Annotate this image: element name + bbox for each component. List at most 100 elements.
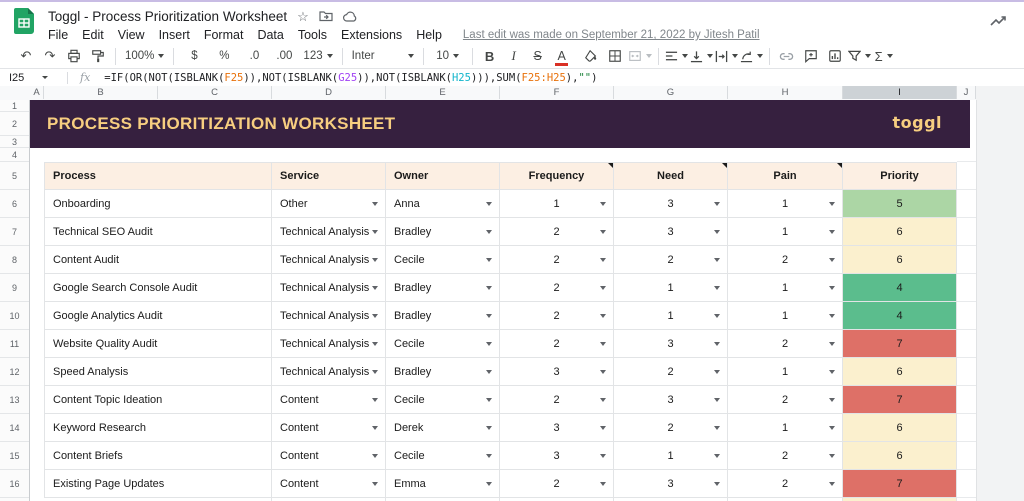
menu-tools[interactable]: Tools — [291, 28, 334, 42]
table-cell-process-row6[interactable]: Onboarding — [44, 190, 272, 218]
table-cell-service-row10[interactable]: Technical Analysis — [272, 302, 386, 330]
row-header-7[interactable]: 7 — [0, 218, 29, 246]
cell-dropdown-arrow[interactable] — [372, 258, 378, 262]
table-cell-pain-row7[interactable]: 1 — [728, 218, 843, 246]
insert-comment-button[interactable] — [800, 45, 822, 67]
cell-dropdown-arrow[interactable] — [486, 314, 492, 318]
cell-dropdown-arrow[interactable] — [486, 286, 492, 290]
table-cell-pain-row6[interactable]: 1 — [728, 190, 843, 218]
borders-button[interactable] — [604, 45, 626, 67]
italic-button[interactable]: I — [503, 45, 525, 67]
cell-dropdown-arrow[interactable] — [600, 258, 606, 262]
cell-dropdown-arrow[interactable] — [829, 370, 835, 374]
table-cell-frequency-row16[interactable]: 2 — [500, 470, 614, 498]
format-currency-button[interactable]: $ — [180, 45, 208, 67]
print-button[interactable] — [63, 45, 85, 67]
table-cell-owner-row15[interactable]: Cecile — [386, 442, 500, 470]
cell-dropdown-arrow[interactable] — [372, 286, 378, 290]
cell-dropdown-arrow[interactable] — [714, 454, 720, 458]
cell-dropdown-arrow[interactable] — [714, 482, 720, 486]
table-cell-process-row13[interactable]: Content Topic Ideation — [44, 386, 272, 414]
table-cell-frequency-row13[interactable]: 2 — [500, 386, 614, 414]
column-header-B[interactable]: B — [44, 86, 158, 99]
table-cell-pain-row10[interactable]: 1 — [728, 302, 843, 330]
table-cell-frequency-row9[interactable]: 2 — [500, 274, 614, 302]
table-cell-process-row16[interactable]: Existing Page Updates — [44, 470, 272, 498]
functions-button[interactable]: Σ — [873, 45, 895, 67]
table-header-priority[interactable]: Priority — [843, 162, 957, 190]
table-cell-priority-row13[interactable]: 7 — [843, 386, 957, 414]
table-cell-need-row13[interactable]: 3 — [614, 386, 728, 414]
insert-link-button[interactable] — [776, 45, 798, 67]
menu-edit[interactable]: Edit — [75, 28, 111, 42]
cell-dropdown-arrow[interactable] — [829, 482, 835, 486]
row-header-4[interactable]: 4 — [0, 148, 29, 162]
table-cell-process-row9[interactable]: Google Search Console Audit — [44, 274, 272, 302]
cell-dropdown-arrow[interactable] — [372, 314, 378, 318]
star-icon[interactable]: ☆ — [297, 10, 309, 23]
row-header-11[interactable]: 11 — [0, 330, 29, 358]
cell-dropdown-arrow[interactable] — [372, 398, 378, 402]
format-percent-button[interactable]: % — [210, 45, 238, 67]
table-cell-priority-row16[interactable]: 7 — [843, 470, 957, 498]
row-header-2[interactable]: 2 — [0, 112, 29, 136]
table-cell-pain-row15[interactable]: 2 — [728, 442, 843, 470]
row-header-12[interactable]: 12 — [0, 358, 29, 386]
table-cell-need-row16[interactable]: 3 — [614, 470, 728, 498]
cell-dropdown-arrow[interactable] — [600, 202, 606, 206]
create-filter-button[interactable] — [848, 45, 871, 67]
increase-decimal-button[interactable]: .00 — [270, 45, 298, 67]
table-cell-need-row10[interactable]: 1 — [614, 302, 728, 330]
cell-dropdown-arrow[interactable] — [486, 426, 492, 430]
cell-dropdown-arrow[interactable] — [600, 398, 606, 402]
sheets-logo-icon[interactable] — [14, 8, 34, 34]
table-cell-priority-row11[interactable]: 7 — [843, 330, 957, 358]
paint-format-button[interactable] — [87, 45, 109, 67]
table-cell-priority-row8[interactable]: 6 — [843, 246, 957, 274]
menu-extensions[interactable]: Extensions — [334, 28, 409, 42]
table-cell-owner-row6[interactable]: Anna — [386, 190, 500, 218]
font-size-select[interactable]: 10 — [430, 45, 466, 67]
redo-button[interactable]: ↷ — [39, 45, 61, 67]
cell-dropdown-arrow[interactable] — [486, 398, 492, 402]
table-cell-frequency-row7[interactable]: 2 — [500, 218, 614, 246]
table-cell-priority-row10[interactable]: 4 — [843, 302, 957, 330]
cell-dropdown-arrow[interactable] — [829, 426, 835, 430]
vertical-align-button[interactable] — [690, 45, 713, 67]
column-header-C[interactable]: C — [158, 86, 272, 99]
row-header-10[interactable]: 10 — [0, 302, 29, 330]
cell-dropdown-arrow[interactable] — [486, 202, 492, 206]
cell-dropdown-arrow[interactable] — [714, 258, 720, 262]
table-cell-owner-row14[interactable]: Derek — [386, 414, 500, 442]
table-cell-need-row15[interactable]: 1 — [614, 442, 728, 470]
cell-dropdown-arrow[interactable] — [600, 314, 606, 318]
cell-dropdown-arrow[interactable] — [829, 202, 835, 206]
table-cell-need-row9[interactable]: 1 — [614, 274, 728, 302]
fill-color-button[interactable] — [580, 45, 602, 67]
table-cell-process-row11[interactable]: Website Quality Audit — [44, 330, 272, 358]
text-color-button[interactable]: A — [551, 45, 573, 67]
table-header-need[interactable]: Need — [614, 162, 728, 190]
table-cell-process-row14[interactable]: Keyword Research — [44, 414, 272, 442]
table-cell-service-row15[interactable]: Content — [272, 442, 386, 470]
table-header-process[interactable]: Process — [44, 162, 272, 190]
table-cell-pain-row9[interactable]: 1 — [728, 274, 843, 302]
table-header-service[interactable]: Service — [272, 162, 386, 190]
table-cell-service-row7[interactable]: Technical Analysis — [272, 218, 386, 246]
table-cell-owner-row11[interactable]: Cecile — [386, 330, 500, 358]
cell-dropdown-arrow[interactable] — [714, 314, 720, 318]
cell-dropdown-arrow[interactable] — [486, 370, 492, 374]
row-header-15[interactable]: 15 — [0, 442, 29, 470]
table-cell-owner-row7[interactable]: Bradley — [386, 218, 500, 246]
table-cell-service-row11[interactable]: Technical Analysis — [272, 330, 386, 358]
cell-dropdown-arrow[interactable] — [829, 230, 835, 234]
table-cell-process-row12[interactable]: Speed Analysis — [44, 358, 272, 386]
cell-dropdown-arrow[interactable] — [372, 342, 378, 346]
table-cell-frequency-row11[interactable]: 2 — [500, 330, 614, 358]
table-cell-pain-row13[interactable]: 2 — [728, 386, 843, 414]
row-header-14[interactable]: 14 — [0, 414, 29, 442]
cell-dropdown-arrow[interactable] — [600, 482, 606, 486]
formula-input[interactable]: =IF(OR(NOT(ISBLANK(F25)),NOT(ISBLANK(G25… — [104, 72, 597, 84]
row-header-9[interactable]: 9 — [0, 274, 29, 302]
undo-button[interactable]: ↶ — [15, 45, 37, 67]
